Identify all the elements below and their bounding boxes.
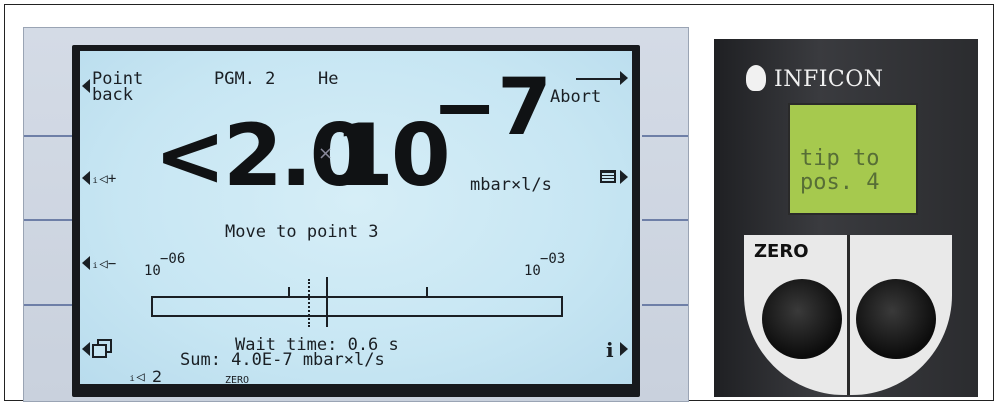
softkey-abort-label: Abort [550,87,602,107]
softkey-back-label: back [92,85,133,105]
volume-up-label: ᵢ◁+ [91,171,117,187]
trigger-marker [308,279,310,327]
softkey-left-3-arrow-icon[interactable] [82,256,90,270]
main-display: Point back PGM. 2 He Abort <2.0 × 10 −7 … [80,51,632,384]
program-indicator: PGM. 2 [214,69,276,89]
info-icon[interactable]: i [606,340,614,360]
inficon-logo-icon [746,65,766,91]
softkey-right-2-arrow-icon[interactable] [620,170,628,184]
menu-icon[interactable] [600,170,616,183]
zero-button-label: ZERO [754,241,809,262]
leak-rate-unit: mbar×l/s [470,175,552,195]
figure-frame: Point back PGM. 2 He Abort <2.0 × 10 −7 … [4,4,994,402]
gas-indicator: He [318,69,339,89]
zero-indicator: ZERO [225,375,250,384]
right-handle-button[interactable] [856,279,936,359]
volume-level: 2 [152,367,163,384]
softkey-right-4-arrow-icon[interactable] [620,342,628,356]
brand-label: INFICON [774,67,884,92]
status-message: Move to point 3 [225,222,379,242]
zero-button[interactable] [762,279,842,359]
handle-display-line2: pos. 4 [800,170,880,195]
softkey-left-1-arrow-icon[interactable] [82,79,90,93]
windows-icon[interactable] [92,339,112,358]
softkey-left-4-arrow-icon[interactable] [82,342,90,356]
scale-min-exp: −06 [160,251,186,267]
speaker-icon: ᵢ◁ [128,369,145,384]
scale-min-base: 10 [144,263,161,279]
sum-readout: Sum: 4.0E-7 mbar×l/s [180,350,385,370]
softkey-right-1-arrow-icon[interactable] [620,71,628,85]
leak-rate-bar-graph [151,296,563,317]
current-value-marker [326,277,328,327]
softkey-left-2-arrow-icon[interactable] [82,171,90,185]
handle-keypad: ZERO [744,235,952,395]
sniffer-handle-photo: INFICON tip to pos. 4 ZERO [714,39,978,397]
leak-rate-exponent: −7 [432,63,552,153]
volume-down-label: ᵢ◁− [91,256,117,272]
scale-max-exp: −03 [540,251,566,267]
times-sign: × [318,143,334,164]
scale-max-base: 10 [524,263,541,279]
handle-display: tip to pos. 4 [788,103,918,215]
leak-rate-base: 10 [334,106,451,206]
control-unit-panel: Point back PGM. 2 He Abort <2.0 × 10 −7 … [23,27,689,402]
display-bezel: Point back PGM. 2 He Abort <2.0 × 10 −7 … [72,45,640,397]
handle-display-line1: tip to [800,146,880,171]
